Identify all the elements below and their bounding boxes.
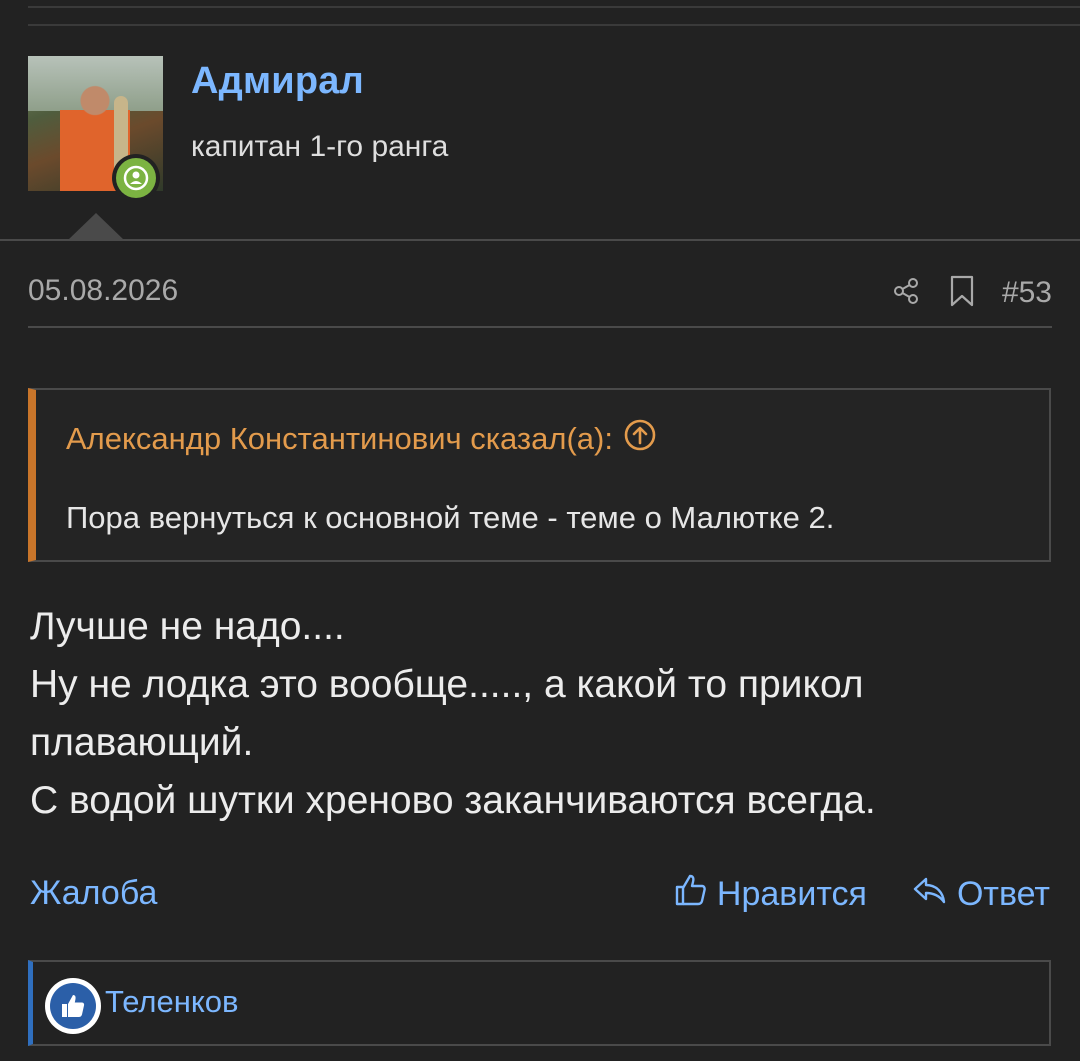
arrow-up-circle-icon[interactable] — [623, 418, 657, 460]
post-body-line: плавающий. — [30, 721, 254, 764]
quote-author-text: Александр Константинович сказал(а): — [66, 421, 613, 456]
top-divider-secondary — [28, 24, 1080, 26]
post-meta: 05.08.2026 #53 — [28, 268, 1052, 318]
bookmark-icon[interactable] — [948, 274, 976, 313]
post-number[interactable]: #53 — [1002, 276, 1052, 310]
author-name[interactable]: Адмирал — [191, 60, 364, 103]
quote-text: Пора вернуться к основной теме - теме о … — [66, 500, 835, 535]
report-button[interactable]: Жалоба — [30, 874, 157, 913]
post-body-line: Ну не лодка это вообще....., а какой то … — [30, 663, 864, 706]
post-date[interactable]: 05.08.2026 — [28, 274, 178, 308]
thumbs-up-icon — [673, 872, 709, 917]
reaction-users-link[interactable]: Теленков — [105, 984, 238, 1020]
like-label: Нравится — [716, 874, 867, 913]
reply-label: Ответ — [956, 874, 1050, 913]
reply-button[interactable]: Ответ — [911, 873, 1050, 916]
meta-divider — [28, 326, 1052, 328]
post-body-line: Лучше не надо.... — [30, 605, 345, 648]
quote-block: Александр Константинович сказал(а): Пора… — [28, 388, 1051, 562]
share-icon[interactable] — [890, 275, 922, 312]
post-body-line: С водой шутки хреново заканчиваются всег… — [30, 779, 876, 822]
quote-author-link[interactable]: Александр Константинович сказал(а): — [66, 418, 657, 460]
author-pointer — [68, 213, 124, 240]
post-body: Лучше не надо.... Ну не лодка это вообще… — [30, 598, 1050, 830]
reply-icon — [911, 873, 949, 916]
online-status-icon — [112, 154, 160, 202]
like-button[interactable]: Нравится — [673, 872, 867, 917]
author-rank: капитан 1-го ранга — [191, 130, 449, 163]
header-divider — [0, 239, 1080, 241]
top-divider — [28, 6, 1080, 8]
reactions-bar: Теленков — [28, 960, 1051, 1046]
author-block: Адмирал капитан 1-го ранга — [28, 56, 1080, 240]
post-footer: Жалоба Нравится Ответ — [30, 868, 1050, 920]
thumbs-up-icon — [45, 978, 101, 1034]
